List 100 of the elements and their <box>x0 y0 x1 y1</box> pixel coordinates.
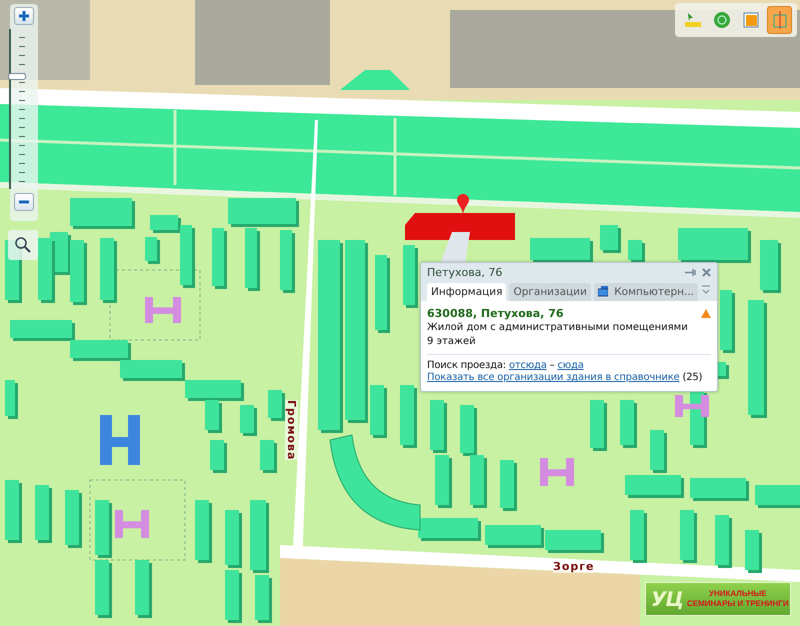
organization-count: (25) <box>682 372 702 383</box>
building[interactable] <box>65 490 82 548</box>
building[interactable] <box>430 400 447 453</box>
building[interactable] <box>630 510 647 563</box>
building[interactable] <box>255 575 272 623</box>
monitor-icon <box>598 286 608 298</box>
school-building[interactable] <box>115 510 149 538</box>
building[interactable] <box>600 225 621 253</box>
building[interactable] <box>225 570 242 623</box>
building[interactable] <box>268 390 285 421</box>
building[interactable] <box>760 240 781 293</box>
building[interactable] <box>145 237 160 264</box>
zoom-slider-thumb[interactable] <box>8 73 26 80</box>
street-label: Громова <box>285 400 298 460</box>
school-building[interactable] <box>145 297 181 323</box>
building[interactable] <box>95 500 112 558</box>
popup-tab[interactable]: Компьютерн... <box>594 283 698 301</box>
popup-tab[interactable]: Организации <box>509 283 591 301</box>
building[interactable] <box>70 340 131 361</box>
hospital-building[interactable] <box>100 415 140 465</box>
building[interactable] <box>678 228 751 263</box>
school-building[interactable] <box>675 395 709 417</box>
toolbar-button[interactable] <box>767 6 792 34</box>
building-description: Жилой дом с административными помещениями <box>427 321 689 334</box>
building[interactable] <box>135 560 152 618</box>
popup-tab[interactable]: Информация <box>427 283 506 301</box>
building[interactable] <box>120 360 185 381</box>
building[interactable] <box>470 455 487 508</box>
school-building[interactable] <box>540 458 574 486</box>
building[interactable] <box>250 500 269 573</box>
building[interactable] <box>745 530 762 573</box>
ad-text: СЕМИНАРЫ И ТРЕНИНГИ <box>686 599 789 609</box>
building[interactable] <box>70 240 87 305</box>
close-icon[interactable] <box>702 268 711 277</box>
ad-logo: УЦ <box>651 587 683 611</box>
building[interactable] <box>345 240 368 423</box>
building[interactable] <box>400 385 417 448</box>
route-separator: – <box>550 360 554 371</box>
building[interactable] <box>330 434 420 530</box>
ruler-icon <box>684 12 702 28</box>
building[interactable] <box>650 430 667 473</box>
route-from-link[interactable]: отсюда <box>508 360 547 371</box>
building[interactable] <box>180 225 195 288</box>
layers-icon <box>742 12 758 28</box>
building[interactable] <box>5 480 22 543</box>
building[interactable] <box>375 255 390 333</box>
ad-text: УНИКАЛЬНЫЕ <box>708 589 767 599</box>
building[interactable] <box>95 560 112 618</box>
building[interactable] <box>460 405 477 456</box>
building[interactable] <box>35 485 52 543</box>
building[interactable] <box>530 238 593 263</box>
building[interactable] <box>260 440 277 473</box>
building[interactable] <box>625 475 684 498</box>
plus-icon <box>18 10 30 22</box>
building[interactable] <box>185 380 244 401</box>
zoom-area-button[interactable] <box>8 230 38 260</box>
street-label: Зорге <box>553 560 594 573</box>
building[interactable] <box>680 510 697 563</box>
building-address: 630088, Петухова, 76 <box>427 307 564 320</box>
building[interactable] <box>318 240 343 433</box>
building[interactable] <box>150 215 181 233</box>
building[interactable] <box>70 198 135 229</box>
selected-building[interactable] <box>405 213 515 240</box>
building[interactable] <box>225 510 242 568</box>
building[interactable] <box>485 525 544 548</box>
route-label: Поиск проезда: <box>427 360 506 371</box>
building[interactable] <box>403 245 418 308</box>
building[interactable] <box>755 485 800 508</box>
building[interactable] <box>748 300 767 418</box>
warning-icon[interactable] <box>701 309 711 318</box>
building[interactable] <box>720 290 735 353</box>
building[interactable] <box>715 515 732 568</box>
building[interactable] <box>195 500 212 563</box>
building[interactable] <box>5 380 18 419</box>
zoom-out-button[interactable] <box>14 193 34 211</box>
building[interactable] <box>500 460 517 511</box>
building[interactable] <box>10 320 75 341</box>
building[interactable] <box>212 228 227 289</box>
building-floors: 9 этажей <box>427 335 477 348</box>
building[interactable] <box>545 530 604 553</box>
building[interactable] <box>590 400 607 451</box>
building[interactable] <box>245 228 260 291</box>
building[interactable] <box>418 518 481 541</box>
building[interactable] <box>690 478 749 501</box>
popup-title: Петухова, 76 <box>427 266 502 279</box>
route-to-link[interactable]: сюда <box>557 360 584 371</box>
building[interactable] <box>435 455 452 508</box>
pin-icon[interactable] <box>685 268 696 277</box>
building[interactable] <box>210 440 227 473</box>
building[interactable] <box>100 238 117 303</box>
building[interactable] <box>620 400 637 448</box>
directory-link[interactable]: Показать все организации здания в справочнике <box>427 372 680 383</box>
building[interactable] <box>628 240 645 263</box>
building[interactable] <box>205 400 222 433</box>
building[interactable] <box>370 385 387 438</box>
zoom-in-button[interactable] <box>14 7 34 25</box>
building[interactable] <box>228 198 299 227</box>
building[interactable] <box>280 230 295 293</box>
globe-icon <box>712 11 730 29</box>
building[interactable] <box>240 405 257 436</box>
